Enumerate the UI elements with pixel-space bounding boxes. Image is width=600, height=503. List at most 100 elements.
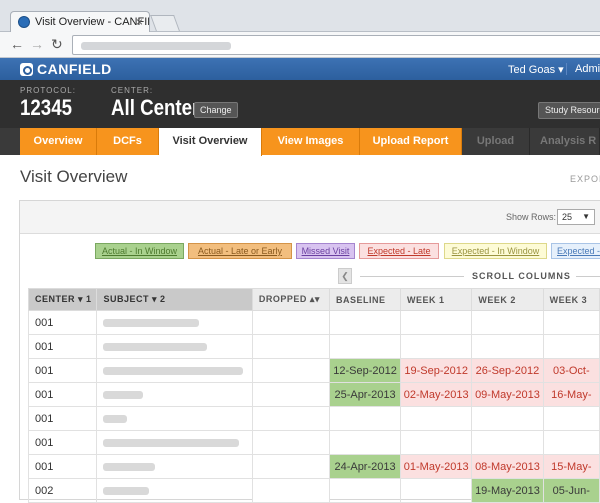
week3-cell[interactable]: 03-Oct- <box>542 358 600 383</box>
table-row[interactable]: 001 <box>27 430 600 455</box>
url-redacted <box>81 42 231 50</box>
center-cell: 001 <box>27 358 98 383</box>
table-row[interactable]: 001 24-Apr-2013 01-May-2013 08-May-2013 … <box>27 454 600 479</box>
center-cell: 001 <box>27 382 98 407</box>
subject-cell-redacted <box>96 382 253 407</box>
sort-desc-icon: ▾ 2 <box>152 294 166 304</box>
tab-analysis-results: Analysis R <box>530 128 600 155</box>
week2-cell <box>471 406 544 431</box>
subject-cell-redacted <box>96 310 253 335</box>
week1-cell <box>400 334 473 359</box>
back-arrow-icon[interactable]: ← <box>10 36 24 52</box>
study-resources-button[interactable]: Study Resourc <box>538 102 600 119</box>
week1-cell[interactable]: 19-Sep-2012 <box>400 358 473 383</box>
table-row[interactable]: 001 <box>27 310 600 335</box>
week1-cell <box>400 310 473 335</box>
table-row[interactable]: 001 12-Sep-2012 19-Sep-2012 26-Sep-2012 … <box>27 358 600 383</box>
chevron-down-icon: ▾ <box>558 64 564 76</box>
baseline-cell <box>329 406 402 431</box>
column-header-dropped[interactable]: DROPPED ▴▾ <box>251 288 331 311</box>
center-cell: 001 <box>27 334 98 359</box>
new-tab-button[interactable] <box>150 15 180 31</box>
week1-cell[interactable]: 02-May-2013 <box>400 382 473 407</box>
column-header-week-2: WEEK 2 <box>471 288 544 311</box>
scroll-divider <box>360 276 464 277</box>
subject-cell-redacted <box>96 430 253 455</box>
brand-logo[interactable]: CANFIELD <box>20 61 112 77</box>
center-cell: 001 <box>27 454 98 479</box>
baseline-cell <box>329 310 402 335</box>
visit-table: CENTER ▾ 1 SUBJECT ▾ 2 DROPPED ▴▾ BASELI… <box>27 288 600 503</box>
dropped-cell <box>251 310 331 335</box>
subject-cell-redacted <box>96 406 253 431</box>
reload-icon[interactable]: ↻ <box>51 36 63 53</box>
browser-tab-bar: Visit Overview - CANFIELD × <box>0 0 600 33</box>
week3-cell[interactable]: 15-May- <box>542 454 600 479</box>
scroll-left-button[interactable]: ❮ <box>338 268 352 284</box>
table-row[interactable]: 001 25-Apr-2013 02-May-2013 09-May-2013 … <box>27 382 600 407</box>
address-bar[interactable] <box>72 35 600 55</box>
week1-cell[interactable]: 01-May-2013 <box>400 454 473 479</box>
change-center-button[interactable]: Change <box>194 102 238 118</box>
close-icon[interactable]: × <box>136 15 143 29</box>
table-row[interactable]: 001 <box>27 334 600 359</box>
show-rows-label: Show Rows: <box>506 212 557 222</box>
week2-cell[interactable]: 09-May-2013 <box>471 382 544 407</box>
favicon-icon <box>18 16 30 28</box>
protocol-header: PROTOCOL: 12345 CENTER: All Centers Chan… <box>0 80 600 128</box>
tab-view-images[interactable]: View Images <box>262 128 360 155</box>
dropped-cell <box>251 358 331 383</box>
week2-cell <box>471 430 544 455</box>
tab-overview[interactable]: Overview <box>20 128 97 155</box>
brand-name: CANFIELD <box>37 61 112 77</box>
baseline-cell[interactable]: 25-Apr-2013 <box>329 382 402 407</box>
protocol-value: 12345 <box>20 95 73 120</box>
subject-cell-redacted <box>96 454 253 479</box>
legend-actual-late-early: Actual - Late or Early <box>188 243 292 259</box>
week3-cell <box>542 430 600 455</box>
app-topbar: CANFIELD Ted Goas ▾ Admi <box>0 58 600 80</box>
table-row[interactable]: 001 <box>27 406 600 431</box>
week3-cell <box>542 310 600 335</box>
column-header-week-1: WEEK 1 <box>400 288 473 311</box>
baseline-cell[interactable]: 24-Apr-2013 <box>329 454 402 479</box>
week1-cell <box>400 406 473 431</box>
legend-missed-visit: Missed Visit <box>296 243 355 259</box>
legend-expected-late: Expected - Late <box>359 243 439 259</box>
export-link[interactable]: EXPOR <box>570 174 600 184</box>
week3-cell[interactable]: 16-May- <box>542 382 600 407</box>
panel-toolbar: Show Rows: 25 ▼ <box>20 201 600 234</box>
sort-icon: ▴▾ <box>309 294 320 304</box>
tab-visit-overview[interactable]: Visit Overview <box>159 128 262 156</box>
week3-cell <box>542 334 600 359</box>
browser-tab-title: Visit Overview - CANFIELD <box>35 16 149 28</box>
baseline-cell <box>329 334 402 359</box>
tab-dcfs[interactable]: DCFs <box>97 128 159 155</box>
baseline-cell <box>329 430 402 455</box>
week2-cell <box>471 310 544 335</box>
week2-cell[interactable]: 26-Sep-2012 <box>471 358 544 383</box>
user-menu[interactable]: Ted Goas ▾ <box>508 63 564 76</box>
baseline-cell[interactable]: 12-Sep-2012 <box>329 358 402 383</box>
scroll-columns-control: ❮ SCROLL COLUMNS <box>338 268 600 284</box>
tab-upload-report[interactable]: Upload Report <box>360 128 462 155</box>
show-rows-value: 25 <box>562 212 573 222</box>
column-header-week-3: WEEK 3 <box>542 288 600 311</box>
chevron-down-icon: ▼ <box>582 212 590 221</box>
week1-cell <box>400 430 473 455</box>
legend-expected-in-window: Expected - In Window <box>444 243 547 259</box>
admin-menu[interactable]: Admi <box>566 63 600 75</box>
week2-cell <box>471 334 544 359</box>
show-rows-select[interactable]: 25 ▼ <box>557 209 595 225</box>
center-cell: 001 <box>27 430 98 455</box>
browser-tab[interactable]: Visit Overview - CANFIELD × <box>10 11 150 33</box>
canfield-logo-icon <box>20 62 33 76</box>
column-header-center[interactable]: CENTER ▾ 1 <box>27 288 98 311</box>
sort-desc-icon: ▾ 1 <box>78 294 92 304</box>
subject-cell-redacted <box>96 358 253 383</box>
week2-cell[interactable]: 08-May-2013 <box>471 454 544 479</box>
forward-arrow-icon[interactable]: → <box>30 36 44 52</box>
column-header-subject[interactable]: SUBJECT ▾ 2 <box>96 288 253 311</box>
legend-actual-in-window: Actual - In Window <box>95 243 184 259</box>
dropped-cell <box>251 334 331 359</box>
